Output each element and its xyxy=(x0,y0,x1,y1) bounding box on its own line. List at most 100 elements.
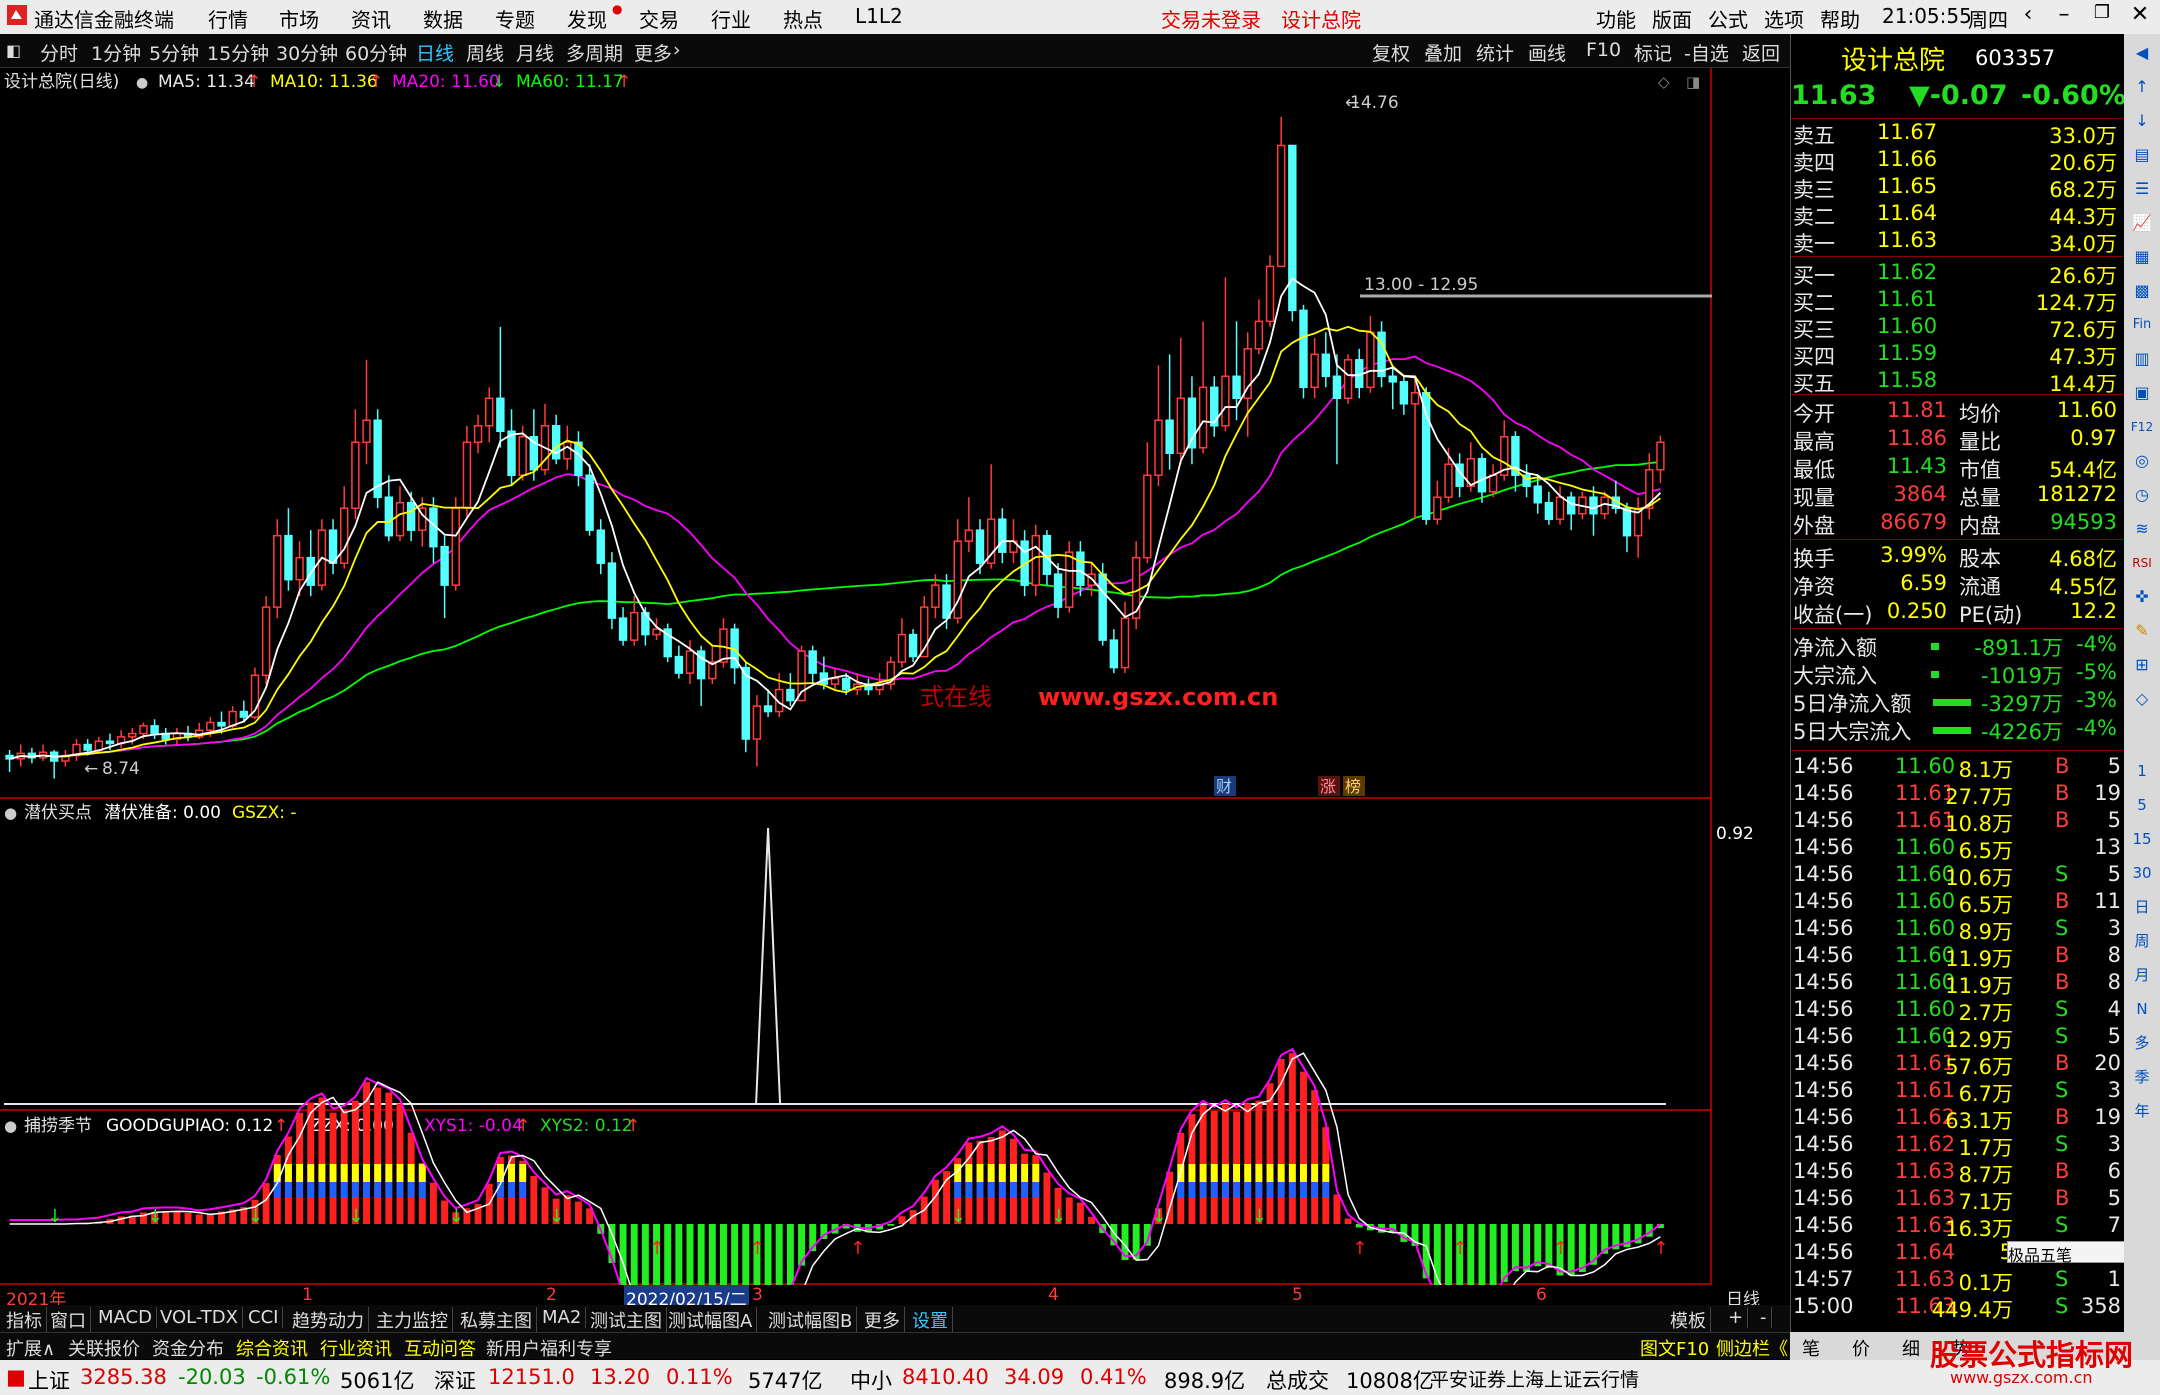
panel2-circle-icon[interactable]: ● xyxy=(4,804,17,822)
grid-icon[interactable]: ▩ xyxy=(2129,278,2155,304)
period-shortcut-3[interactable]: 30 xyxy=(2129,860,2155,886)
chevron-right-icon[interactable]: › xyxy=(673,39,681,61)
info-tab-0[interactable]: 扩展∧ xyxy=(2,1335,59,1361)
period-multi[interactable]: 多周期 xyxy=(566,39,623,66)
menu-shichang[interactable]: 市场 xyxy=(279,4,319,33)
down-arrow-icon[interactable]: ↓ xyxy=(2129,108,2155,134)
tool-fanhui[interactable]: 返回 xyxy=(1742,39,1780,66)
indicator-tab-6[interactable]: 主力监控 xyxy=(372,1307,453,1333)
period-daily[interactable]: 日线 xyxy=(416,39,454,66)
period-60min[interactable]: 60分钟 xyxy=(345,39,407,66)
kline-chart[interactable]: 设计总院(日线) ● MA5: 11.34 ↑ MA10: 11.36 ↑ MA… xyxy=(0,68,1712,1285)
diamond-side-icon[interactable]: ◇ xyxy=(2129,686,2155,712)
menu-bangzhu[interactable]: 帮助 xyxy=(1820,4,1860,33)
info-tab-6[interactable]: 新用户福利专享 xyxy=(482,1335,616,1361)
period-shortcut-8[interactable]: 多 xyxy=(2129,1030,2155,1056)
period-shortcut-4[interactable]: 日 xyxy=(2129,894,2155,920)
toggle-panel-icon[interactable]: ◧ xyxy=(6,41,21,60)
indicator-tab-11[interactable]: 测试幅图B xyxy=(764,1307,858,1333)
tool-diejia[interactable]: 叠加 xyxy=(1424,39,1462,66)
side-tab-jia[interactable]: 价 xyxy=(1852,1335,1870,1361)
period-5min[interactable]: 5分钟 xyxy=(149,39,199,66)
menu-gongshi[interactable]: 公式 xyxy=(1708,4,1748,33)
diamond-icon[interactable]: ◇ xyxy=(1658,73,1670,91)
trade-login-status[interactable]: 交易未登录 xyxy=(1161,4,1261,33)
fin-icon[interactable]: Fin xyxy=(2129,312,2155,338)
pen-icon[interactable]: ✎ xyxy=(2129,618,2155,644)
period-shortcut-2[interactable]: 15 xyxy=(2129,826,2155,852)
badge-zhang[interactable]: 涨 xyxy=(1320,777,1336,796)
trend-icon[interactable]: 📈 xyxy=(2129,210,2155,236)
indicator-tab-4[interactable]: CCI xyxy=(244,1307,284,1328)
menu-jiaoyi[interactable]: 交易 xyxy=(639,4,679,33)
indicator-tab-1[interactable]: 窗口 xyxy=(46,1307,91,1333)
sh-name[interactable]: 上证 xyxy=(28,1365,70,1395)
doc-icon[interactable]: ▣ xyxy=(2129,380,2155,406)
minimize-icon[interactable]: – xyxy=(2046,2,2082,32)
period-shortcut-0[interactable]: 1 xyxy=(2129,758,2155,784)
period-shortcut-5[interactable]: 周 xyxy=(2129,928,2155,954)
f10-graphic-tab[interactable]: 图文F10 xyxy=(1636,1335,1713,1361)
menu-zixun[interactable]: 资讯 xyxy=(351,4,391,33)
menu-hangqing[interactable]: 行情 xyxy=(208,4,248,33)
indicator-tab-9[interactable]: 测试主图 xyxy=(586,1307,667,1333)
indicator-tab-5[interactable]: 趋势动力 xyxy=(288,1307,369,1333)
collapse-icon[interactable]: ◀ xyxy=(2129,40,2155,66)
menu-l1l2[interactable]: L1L2 xyxy=(855,4,903,28)
zx-name[interactable]: 中小 xyxy=(850,1365,892,1395)
menu-zhuanti[interactable]: 专题 xyxy=(495,4,535,33)
plus-icon[interactable]: ✜ xyxy=(2129,584,2155,610)
indicator-tab-2[interactable]: MACD xyxy=(94,1307,157,1328)
clock-icon[interactable]: ◷ xyxy=(2129,482,2155,508)
back-icon[interactable]: ‹ xyxy=(2010,2,2046,32)
info-tab-5[interactable]: 互动问答 xyxy=(400,1335,480,1361)
fs-icon[interactable]: ⊞ xyxy=(2129,652,2155,678)
indicator-tab-13[interactable]: 设置 xyxy=(908,1307,953,1333)
period-fenshi[interactable]: 分时 xyxy=(40,39,78,66)
template-tab-1[interactable]: + xyxy=(1724,1307,1749,1328)
period-shortcut-6[interactable]: 月 xyxy=(2129,962,2155,988)
side-tab-bi[interactable]: 笔 xyxy=(1802,1335,1820,1361)
menu-banmian[interactable]: 版面 xyxy=(1652,4,1692,33)
up-arrow-icon[interactable]: ↑ xyxy=(2129,74,2155,100)
period-weekly[interactable]: 周线 xyxy=(466,39,504,66)
chart-icon[interactable]: ▤ xyxy=(2129,142,2155,168)
period-more[interactable]: 更多 xyxy=(634,39,672,66)
tool-zixuan[interactable]: -自选 xyxy=(1684,39,1729,66)
period-shortcut-7[interactable]: N xyxy=(2129,996,2155,1022)
info-tab-4[interactable]: 行业资讯 xyxy=(316,1335,396,1361)
info-tab-3[interactable]: 综合资讯 xyxy=(232,1335,312,1361)
badge-cai[interactable]: 财 xyxy=(1216,777,1232,796)
indicator-tab-7[interactable]: 私募主图 xyxy=(456,1307,537,1333)
report-icon[interactable]: ▥ xyxy=(2129,346,2155,372)
period-shortcut-1[interactable]: 5 xyxy=(2129,792,2155,818)
info-tab-1[interactable]: 关联报价 xyxy=(64,1335,144,1361)
indicator-tab-3[interactable]: VOL-TDX xyxy=(156,1307,243,1328)
tool-fuquan[interactable]: 复权 xyxy=(1372,39,1410,66)
indicator-tab-8[interactable]: MA2 xyxy=(538,1307,587,1328)
tool-biaoji[interactable]: 标记 xyxy=(1634,39,1672,66)
target-icon[interactable]: ◎ xyxy=(2129,448,2155,474)
menu-gongneng[interactable]: 功能 xyxy=(1596,4,1636,33)
menu-xuanxiang[interactable]: 选项 xyxy=(1764,4,1804,33)
template-tab-0[interactable]: 模板 xyxy=(1666,1307,1711,1333)
panel3-circle-icon[interactable]: ● xyxy=(4,1117,17,1135)
macd-icon[interactable]: ≋ xyxy=(2129,516,2155,542)
period-30min[interactable]: 30分钟 xyxy=(276,39,338,66)
period-1min[interactable]: 1分钟 xyxy=(91,39,141,66)
list-icon[interactable]: ☰ xyxy=(2129,176,2155,202)
menu-faxian[interactable]: 发现 xyxy=(567,4,607,33)
sz-name[interactable]: 深证 xyxy=(434,1365,476,1395)
info-tab-2[interactable]: 资金分布 xyxy=(148,1335,228,1361)
badge-bang[interactable]: 榜 xyxy=(1345,777,1361,796)
period-shortcut-10[interactable]: 年 xyxy=(2129,1098,2155,1124)
close-icon[interactable]: ✕ xyxy=(2122,2,2158,32)
tool-huaxian[interactable]: 画线 xyxy=(1528,39,1566,66)
indicator-tab-10[interactable]: 测试幅图A xyxy=(664,1307,758,1333)
broker-name[interactable]: 平安证券上海上证云行情 xyxy=(1430,1365,1639,1392)
period-15min[interactable]: 15分钟 xyxy=(207,39,269,66)
menu-shuju[interactable]: 数据 xyxy=(423,4,463,33)
side-tab-xi[interactable]: 细 xyxy=(1902,1335,1920,1361)
sidebar-toggle-tab[interactable]: 侧边栏《 xyxy=(1712,1335,1792,1361)
menu-hangye[interactable]: 行业 xyxy=(711,4,751,33)
